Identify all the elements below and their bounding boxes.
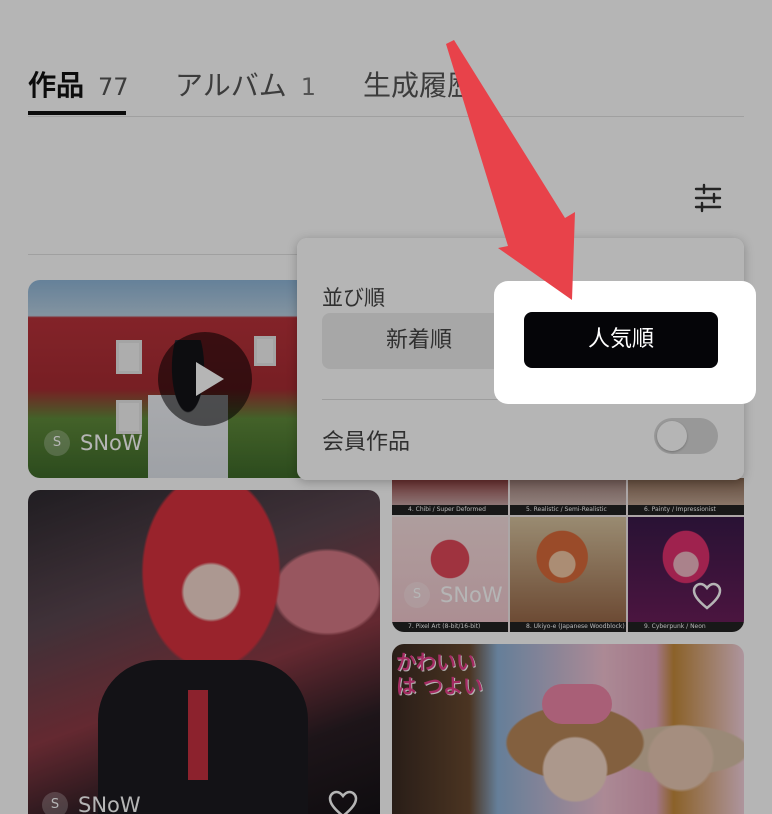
- annotation-arrow-icon: [446, 40, 575, 300]
